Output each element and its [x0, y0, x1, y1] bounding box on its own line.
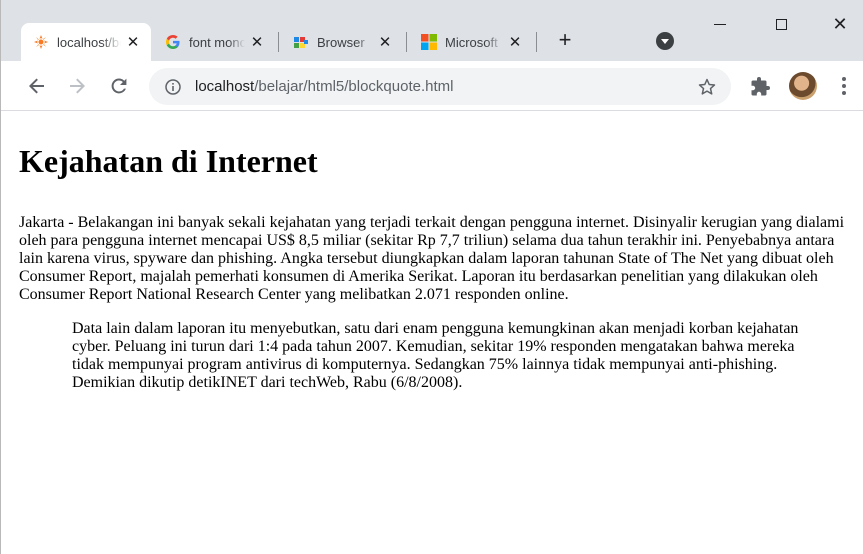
- reload-icon: [111, 78, 127, 94]
- page-heading: Kejahatan di Internet: [19, 143, 318, 179]
- tab-search-button[interactable]: [656, 32, 674, 50]
- info-icon[interactable]: [165, 78, 181, 95]
- article-blockquote: Data lain dalam laporan itu menyebutkan,…: [72, 320, 799, 391]
- maximize-button[interactable]: [771, 14, 791, 34]
- tab-separator: [406, 32, 407, 52]
- url-path: /belajar/html5/blockquote.html: [254, 78, 454, 95]
- article-paragraph: Jakarta - Belakangan ini banyak sekali k…: [19, 214, 845, 303]
- extensions-puzzle-icon[interactable]: [750, 76, 772, 98]
- tab-browser[interactable]: Browser ✕: [281, 23, 403, 61]
- page-content: Kejahatan di Internet Jakarta - Belakang…: [19, 112, 855, 392]
- arrow-left-icon: [29, 78, 44, 94]
- arrow-right-icon: [70, 78, 85, 94]
- close-icon[interactable]: ✕: [377, 34, 393, 51]
- puzzle-logo-icon: [293, 34, 309, 50]
- tab-microsoft[interactable]: Microsoft ✕: [409, 23, 533, 61]
- tab-separator: [278, 32, 279, 52]
- minimize-button[interactable]: [710, 14, 730, 34]
- url-host: localhost: [195, 78, 255, 95]
- menu-kebab-icon[interactable]: [836, 77, 852, 95]
- close-window-button[interactable]: ✕: [830, 14, 850, 34]
- xampp-icon: [33, 34, 49, 50]
- address-bar[interactable]: localhost/belajar/html5/blockquote.html: [149, 68, 731, 105]
- tab-title: localhost/belajar/html5/blockquote.html: [57, 34, 121, 50]
- tab-strip: localhost/belajar/html5/blockquote.html …: [1, 0, 863, 61]
- browser-window: localhost/belajar/html5/blockquote.html …: [0, 0, 863, 554]
- tab-font-mono[interactable]: font mono ✕: [153, 23, 275, 61]
- close-icon[interactable]: ✕: [249, 34, 265, 51]
- url-text: localhost/belajar/html5/blockquote.html: [195, 78, 453, 95]
- close-icon[interactable]: ✕: [507, 34, 523, 51]
- reload-button[interactable]: [107, 74, 131, 98]
- google-icon: [165, 34, 181, 50]
- microsoft-icon: [421, 34, 437, 50]
- back-button[interactable]: [25, 74, 49, 98]
- tab-localhost[interactable]: localhost/belajar/html5/blockquote.html …: [21, 23, 151, 61]
- bookmark-star-icon[interactable]: [697, 77, 717, 97]
- new-tab-button[interactable]: +: [554, 29, 576, 52]
- tab-title: Browser: [317, 34, 365, 50]
- profile-avatar[interactable]: [789, 72, 817, 100]
- close-icon[interactable]: ✕: [125, 34, 141, 51]
- maximize-icon: [775, 18, 787, 30]
- tab-title: font mono: [189, 34, 245, 50]
- toolbar: localhost/belajar/html5/blockquote.html: [1, 61, 863, 111]
- minimize-icon: [714, 23, 726, 25]
- tab-title: Microsoft: [445, 34, 498, 50]
- forward-button[interactable]: [65, 74, 89, 98]
- tab-separator: [536, 32, 537, 52]
